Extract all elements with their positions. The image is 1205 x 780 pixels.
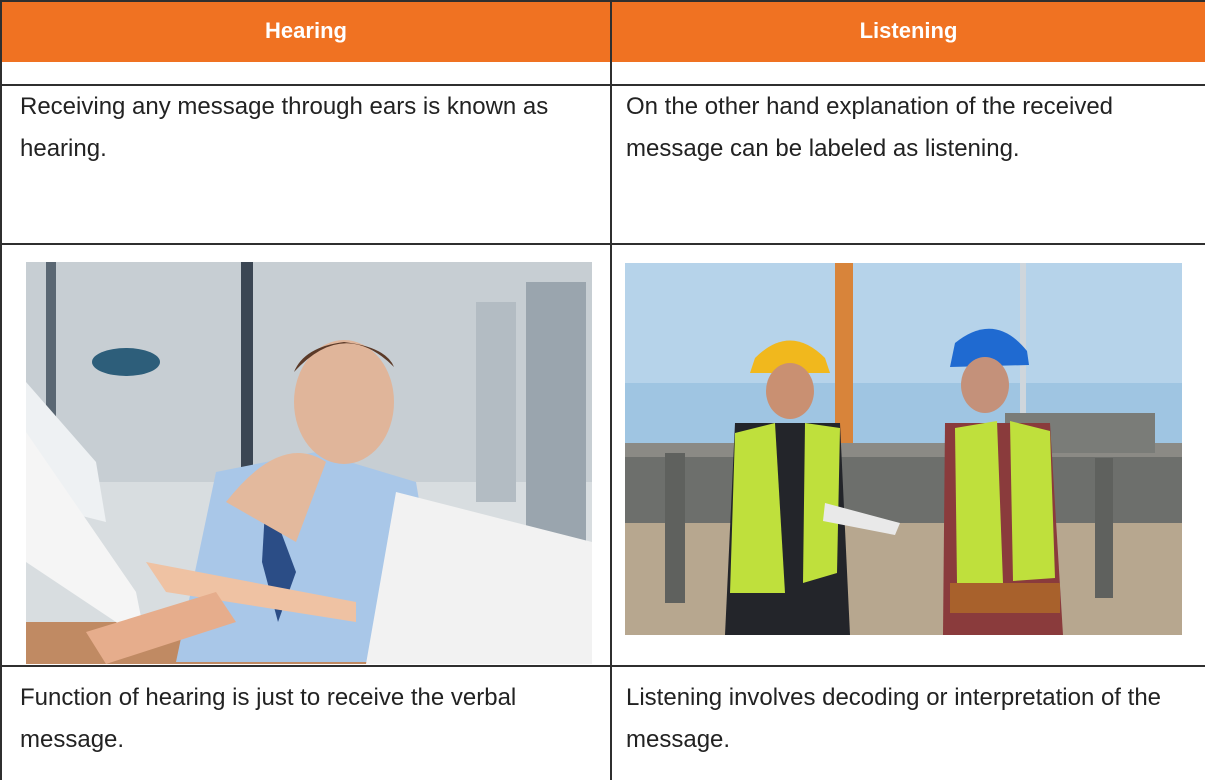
listening-photo: [625, 263, 1182, 635]
header-hearing-label: Hearing: [265, 18, 347, 43]
header-listening-label: Listening: [859, 18, 958, 43]
row3-listening-cell: Listening involves decoding or interpret…: [626, 684, 1162, 753]
header-hearing: Hearing: [0, 0, 612, 62]
table-divider-header: [0, 84, 1205, 86]
table-divider-row1: [0, 243, 1205, 245]
hearing-photo: [26, 262, 592, 664]
table-border-top: [0, 0, 1205, 2]
row1-listening-cell: On the other hand explanation of the rec…: [626, 93, 1114, 162]
row3-hearing-cell: Function of hearing is just to receive t…: [20, 684, 517, 753]
header-listening: Listening: [612, 0, 1205, 62]
row1-hearing-cell: Receiving any message through ears is kn…: [20, 93, 549, 162]
table-divider-row2: [0, 665, 1205, 667]
table-divider-column: [610, 0, 612, 780]
table-border-left: [0, 0, 2, 780]
comparison-table: Hearing Listening Receiving any message …: [0, 0, 1205, 780]
